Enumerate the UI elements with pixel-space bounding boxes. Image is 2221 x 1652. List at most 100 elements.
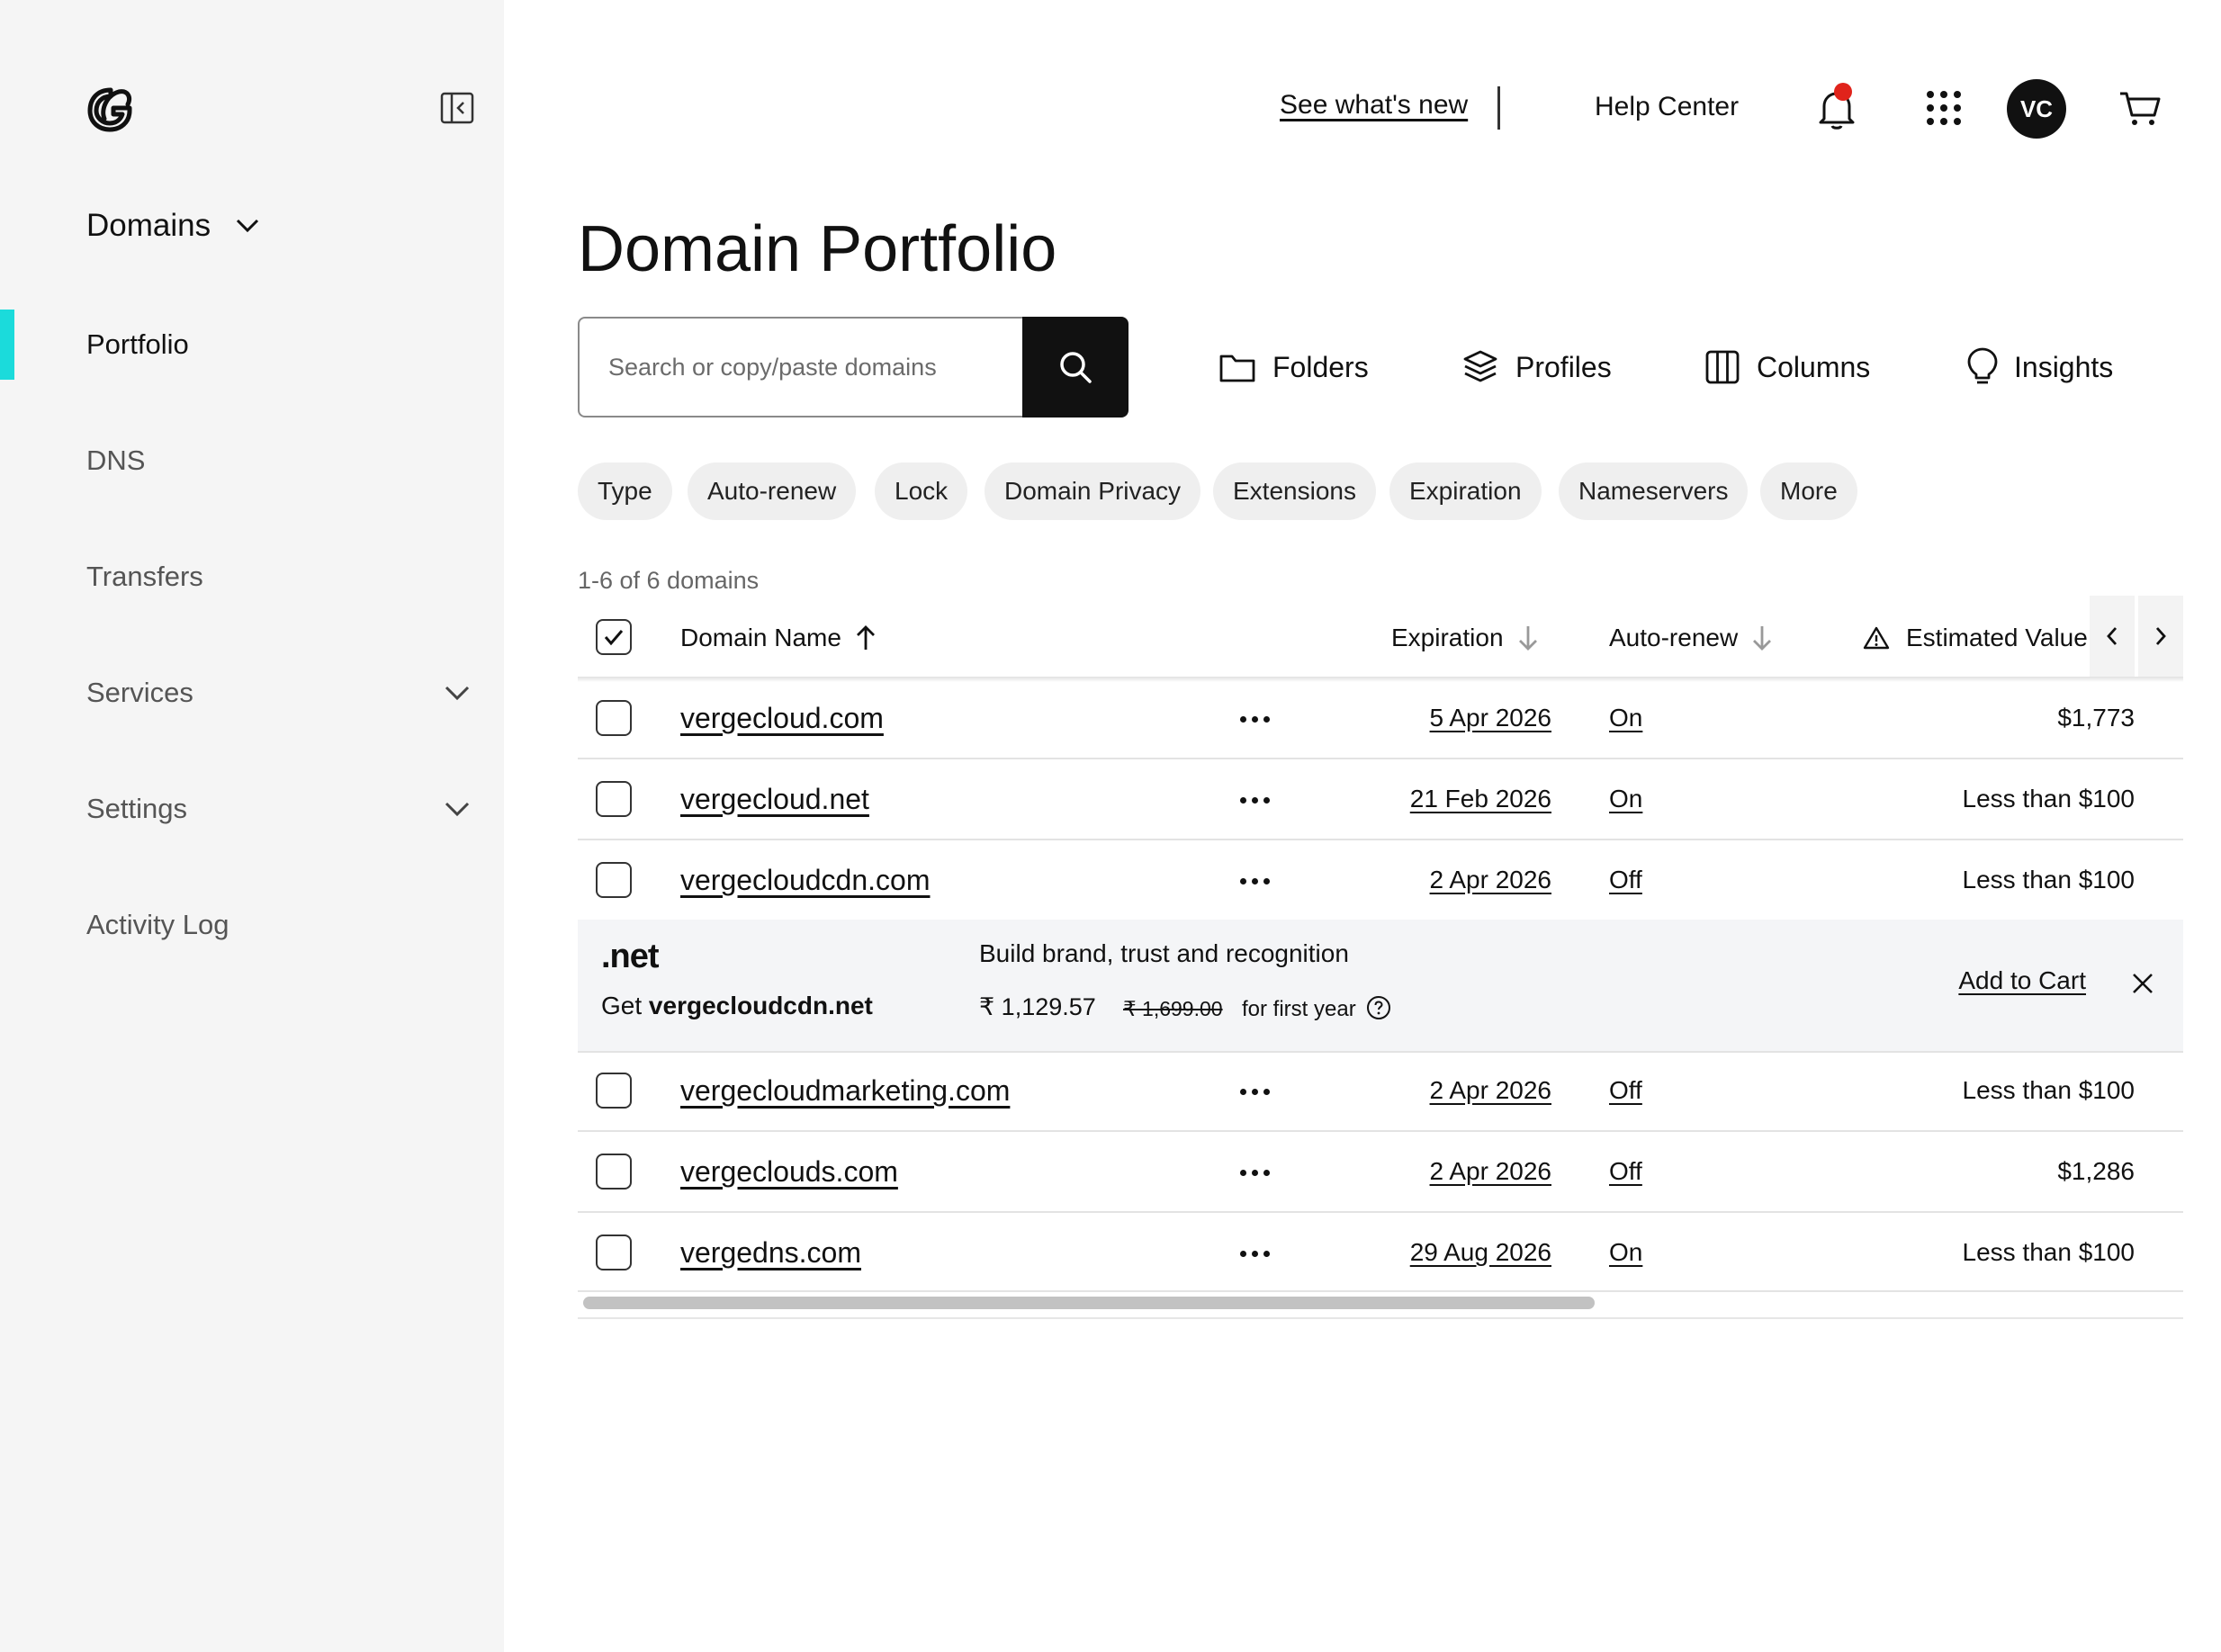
row-divider xyxy=(578,839,2183,840)
add-to-cart-link[interactable]: Add to Cart xyxy=(1958,966,2086,995)
expiration-date-link[interactable]: 2 Apr 2026 xyxy=(1430,1076,1551,1105)
columns-button[interactable]: Columns xyxy=(1704,342,1870,392)
sidebar-collapse-icon[interactable] xyxy=(439,90,475,126)
filter-chip-more[interactable]: More xyxy=(1760,462,1857,520)
sidebar-item-label: Settings xyxy=(86,793,188,824)
row-checkbox[interactable] xyxy=(596,1235,632,1270)
chevron-left-icon xyxy=(2107,627,2118,645)
column-header-auto-renew[interactable]: Auto-renew xyxy=(1609,617,1774,659)
domain-name-link[interactable]: vergecloudcdn.com xyxy=(680,864,930,897)
sidebar-item-label: Transfers xyxy=(86,561,203,592)
filter-chip-domain-privacy[interactable]: Domain Privacy xyxy=(985,462,1201,520)
folders-label: Folders xyxy=(1272,350,1369,383)
scroll-columns-left-button[interactable] xyxy=(2090,596,2135,677)
expiration-date-link[interactable]: 2 Apr 2026 xyxy=(1430,1157,1551,1186)
column-header-label: Auto-renew xyxy=(1609,624,1739,651)
profiles-label: Profiles xyxy=(1515,350,1612,383)
brand-logo-icon[interactable] xyxy=(85,83,137,135)
row-checkbox[interactable] xyxy=(596,700,632,736)
insights-label: Insights xyxy=(2014,350,2114,383)
layers-icon xyxy=(1463,350,1497,382)
expiration-date-link[interactable]: 29 Aug 2026 xyxy=(1410,1238,1551,1267)
page-title: Domain Portfolio xyxy=(578,213,1057,285)
row-checkbox[interactable] xyxy=(596,1154,632,1190)
domain-name-link[interactable]: vergecloud.net xyxy=(680,783,869,816)
auto-renew-toggle-link[interactable]: Off xyxy=(1609,1076,1642,1105)
row-divider xyxy=(578,1130,2183,1132)
column-header-label: Expiration xyxy=(1391,624,1504,651)
domain-name-link[interactable]: vergecloud.com xyxy=(680,702,884,735)
lightbulb-icon xyxy=(1967,347,1998,384)
scroll-columns-right-button[interactable] xyxy=(2138,596,2183,677)
active-nav-indicator xyxy=(0,310,14,380)
sidebar-item-services[interactable]: Services xyxy=(86,668,193,718)
profiles-button[interactable]: Profiles xyxy=(1461,342,1612,392)
sidebar-item-activity-log[interactable]: Activity Log xyxy=(86,900,229,950)
column-header-domain-name[interactable]: Domain Name xyxy=(680,617,877,659)
search-field[interactable] xyxy=(578,317,1022,417)
filter-chip-expiration[interactable]: Expiration xyxy=(1389,462,1542,520)
filter-chip-extensions[interactable]: Extensions xyxy=(1213,462,1376,520)
warning-triangle-icon xyxy=(1863,626,1890,650)
domain-name-link[interactable]: vergedns.com xyxy=(680,1236,861,1270)
sidebar-section-domains[interactable]: Domains xyxy=(86,203,261,248)
topbar-divider xyxy=(1497,86,1500,130)
estimated-value: Less than $100 xyxy=(1962,785,2136,813)
arrow-down-icon xyxy=(1518,626,1537,651)
chevron-down-icon[interactable] xyxy=(441,677,473,709)
sidebar-item-transfers[interactable]: Transfers xyxy=(86,552,203,602)
search-input[interactable] xyxy=(580,319,1022,416)
domain-name-link[interactable]: vergeclouds.com xyxy=(680,1155,898,1189)
auto-renew-toggle-link[interactable]: On xyxy=(1609,785,1642,813)
table-bottom-border xyxy=(578,1317,2183,1319)
arrow-up-icon xyxy=(856,625,875,650)
estimated-value: Less than $100 xyxy=(1962,1076,2136,1104)
more-actions-icon[interactable] xyxy=(1233,786,1276,813)
select-all-checkbox[interactable] xyxy=(596,619,632,655)
column-header-estimated-value[interactable]: Estimated Value xyxy=(1863,617,2088,659)
horizontal-scrollbar-thumb[interactable] xyxy=(583,1297,1595,1309)
suggestion-text: Get vergecloudcdn.net xyxy=(601,992,873,1020)
sidebar-item-label: Services xyxy=(86,677,193,708)
expiration-date-link[interactable]: 21 Feb 2026 xyxy=(1410,785,1551,813)
domain-name-link[interactable]: vergecloudmarketing.com xyxy=(680,1074,1010,1108)
row-checkbox[interactable] xyxy=(596,781,632,817)
close-icon[interactable] xyxy=(2129,970,2156,997)
apps-grid-icon[interactable] xyxy=(1926,90,1962,126)
search-button[interactable] xyxy=(1022,317,1128,417)
checkmark-icon xyxy=(604,630,624,646)
auto-renew-toggle-link[interactable]: On xyxy=(1609,1238,1642,1267)
sidebar-item-settings[interactable]: Settings xyxy=(86,784,187,834)
auto-renew-toggle-link[interactable]: Off xyxy=(1609,866,1642,894)
more-actions-icon[interactable] xyxy=(1233,705,1276,732)
row-checkbox[interactable] xyxy=(596,1073,632,1109)
help-center-link[interactable]: Help Center xyxy=(1595,92,1739,122)
more-actions-icon[interactable] xyxy=(1233,1078,1276,1105)
expiration-date-link[interactable]: 2 Apr 2026 xyxy=(1430,866,1551,894)
columns-icon xyxy=(1705,350,1740,384)
filter-chip-lock[interactable]: Lock xyxy=(875,462,968,520)
avatar-initials: VC xyxy=(2019,94,2054,122)
filter-chip-auto-renew[interactable]: Auto-renew xyxy=(688,462,857,520)
column-header-expiration[interactable]: Expiration xyxy=(1391,617,1540,659)
more-actions-icon[interactable] xyxy=(1233,1159,1276,1186)
more-actions-icon[interactable] xyxy=(1233,1240,1276,1267)
chevron-down-icon[interactable] xyxy=(441,793,473,825)
sidebar-item-portfolio[interactable]: Portfolio xyxy=(86,319,189,370)
filter-chip-type[interactable]: Type xyxy=(578,462,672,520)
folders-button[interactable]: Folders xyxy=(1218,342,1369,392)
more-actions-icon[interactable] xyxy=(1233,867,1276,894)
info-icon[interactable] xyxy=(1366,995,1391,1020)
auto-renew-toggle-link[interactable]: On xyxy=(1609,704,1642,732)
whats-new-link[interactable]: See what's new xyxy=(1280,90,1468,121)
row-checkbox[interactable] xyxy=(596,862,632,898)
expiration-date-link[interactable]: 5 Apr 2026 xyxy=(1430,704,1551,732)
shopping-cart-icon[interactable] xyxy=(2118,90,2162,128)
sidebar-section-label: Domains xyxy=(86,208,211,243)
insights-button[interactable]: Insights xyxy=(1967,342,2113,392)
auto-renew-toggle-link[interactable]: Off xyxy=(1609,1157,1642,1186)
filter-chip-nameservers[interactable]: Nameservers xyxy=(1559,462,1749,520)
avatar[interactable]: VC xyxy=(2007,79,2066,139)
sidebar-item-dns[interactable]: DNS xyxy=(86,435,145,486)
suggestion-original-price: ₹ 1,699.00 xyxy=(1123,997,1223,1020)
